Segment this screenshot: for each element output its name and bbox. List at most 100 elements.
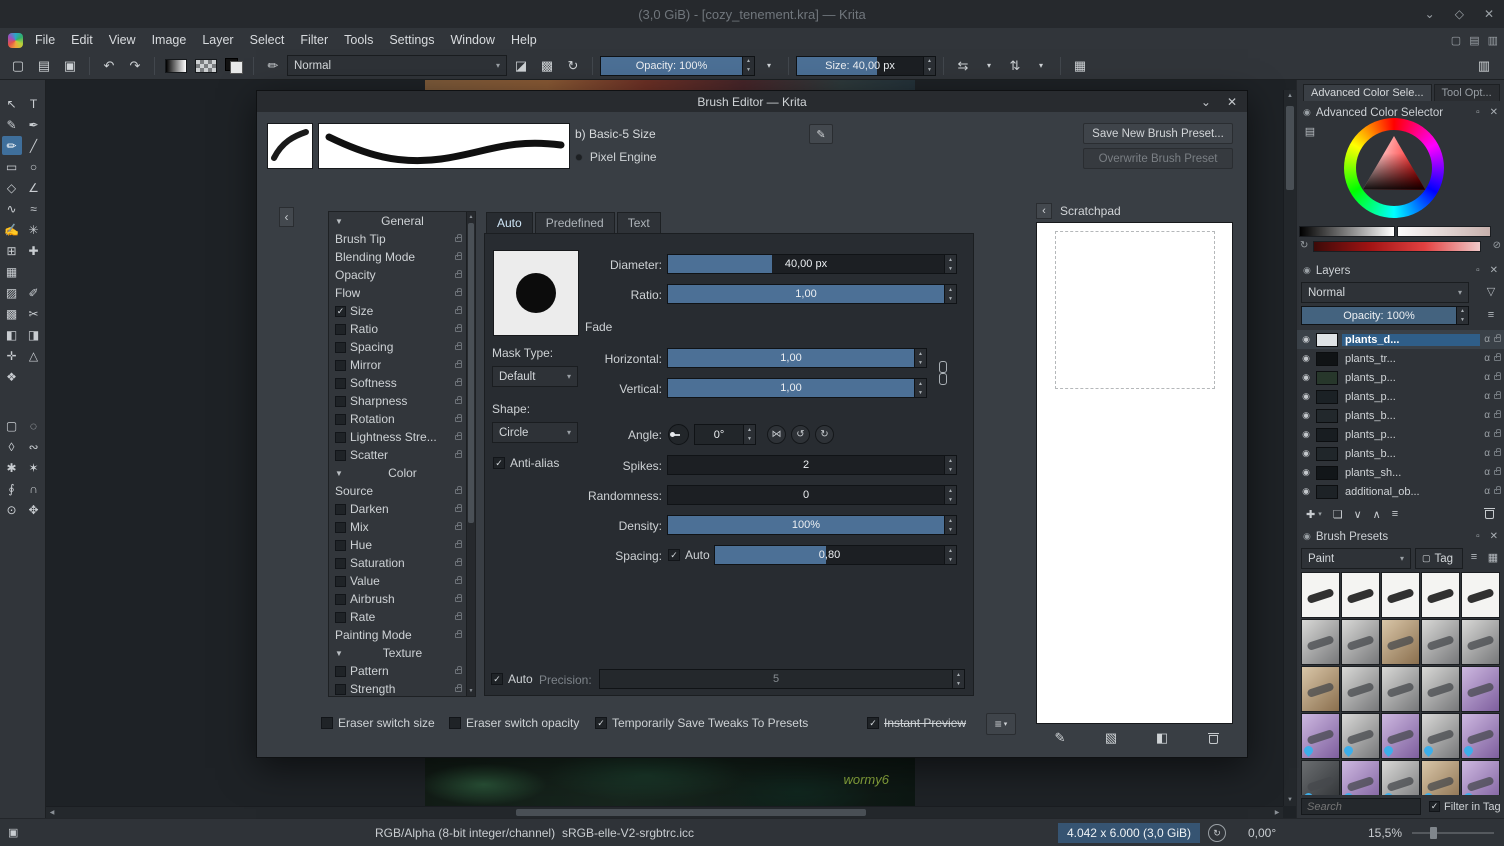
- float-docker-icon[interactable]: ▫: [1476, 531, 1480, 542]
- scratchpad-clear-icon[interactable]: [1204, 729, 1222, 747]
- spin-down-icon[interactable]: [945, 264, 956, 273]
- option-size[interactable]: Size: [329, 302, 466, 320]
- layer-visibility-icon[interactable]: ◉: [1300, 353, 1312, 364]
- option-checkbox[interactable]: [335, 557, 346, 569]
- dialog-options-menu-button[interactable]: ≡ ▾: [986, 713, 1016, 735]
- spin-down-icon[interactable]: [945, 294, 956, 303]
- menu-file[interactable]: File: [27, 30, 63, 50]
- alpha-icon[interactable]: α: [1484, 410, 1490, 421]
- vertical-scrollbar[interactable]: ▲ ▼: [1283, 90, 1296, 806]
- menu-filter[interactable]: Filter: [292, 30, 336, 50]
- option-checkbox[interactable]: [335, 539, 346, 551]
- layer-row[interactable]: ◉ plants_b... α: [1297, 444, 1504, 463]
- layer-row[interactable]: ◉ plants_sh... α: [1297, 463, 1504, 482]
- preset-list-view-icon[interactable]: ≡: [1465, 549, 1483, 565]
- collapse-scratchpad-button[interactable]: ‹: [1036, 203, 1052, 219]
- spin-up-icon[interactable]: [945, 546, 956, 555]
- density-slider[interactable]: 100%: [667, 515, 957, 535]
- layer-opacity-slider[interactable]: Opacity: 100%: [1301, 306, 1469, 325]
- brush-preset-thumbnail[interactable]: [1381, 572, 1420, 618]
- scratchpad-fill-background-icon[interactable]: ◧: [1153, 729, 1171, 747]
- rotate-counterclockwise-icon[interactable]: ↺: [791, 425, 810, 444]
- dialog-close-icon[interactable]: ✕: [1227, 95, 1237, 109]
- zoom-slider-handle[interactable]: [1430, 827, 1437, 839]
- menu-view[interactable]: View: [101, 30, 144, 50]
- measure-tool[interactable]: △: [24, 346, 44, 365]
- freehand-brush-tool[interactable]: ✏: [1, 136, 22, 155]
- option-painting-mode[interactable]: Painting Mode: [329, 626, 466, 644]
- dynamic-brush-tool[interactable]: ✍: [2, 220, 22, 239]
- option-checkbox[interactable]: [335, 575, 346, 587]
- menu-layer[interactable]: Layer: [194, 30, 241, 50]
- brush-preset-thumbnail[interactable]: [1461, 572, 1500, 618]
- checkbox-box[interactable]: [491, 673, 503, 685]
- option-sharpness[interactable]: Sharpness: [329, 392, 466, 410]
- similar-color-select-tool[interactable]: ✱: [2, 458, 22, 477]
- spacing-auto-checkbox[interactable]: Auto: [668, 548, 710, 562]
- float-docker-icon[interactable]: ▫: [1476, 107, 1480, 118]
- image-size-memory-label[interactable]: 4.042 x 6.000 (3,0 GiB): [1058, 823, 1200, 843]
- brush-preset-thumbnail[interactable]: [1301, 713, 1340, 759]
- scroll-down-icon[interactable]: ▼: [467, 686, 475, 696]
- docker-toggle-icon[interactable]: ▥: [1488, 34, 1498, 47]
- layer-row[interactable]: ◉ additional_ob... α: [1297, 482, 1504, 501]
- option-rate[interactable]: Rate: [329, 608, 466, 626]
- select-shapes-tool[interactable]: ↖: [2, 94, 22, 113]
- polyline-tool[interactable]: ∠: [24, 178, 44, 197]
- brush-preset-thumbnail[interactable]: [1381, 760, 1420, 795]
- rectangular-select-tool[interactable]: ▢: [2, 416, 22, 435]
- option-pattern[interactable]: Pattern: [329, 662, 466, 680]
- preset-tag-filter-select[interactable]: Paint ▾: [1301, 548, 1411, 569]
- spin-down-icon[interactable]: [945, 465, 956, 474]
- diameter-slider[interactable]: 40,00 px: [667, 254, 957, 274]
- option-checkbox[interactable]: [335, 395, 346, 407]
- color-history-strip[interactable]: [1313, 241, 1481, 252]
- spin-up-icon[interactable]: [945, 516, 956, 525]
- open-document-icon[interactable]: ▤: [32, 55, 56, 77]
- option-spacing[interactable]: Spacing: [329, 338, 466, 356]
- option-value[interactable]: Value: [329, 572, 466, 590]
- option-checkbox[interactable]: [335, 431, 346, 443]
- option-softness[interactable]: Softness: [329, 374, 466, 392]
- tag-button[interactable]: ▢ Tag: [1415, 548, 1463, 569]
- layer-visibility-icon[interactable]: ◉: [1300, 429, 1312, 440]
- undo-icon[interactable]: ↶: [97, 55, 121, 77]
- enclose-fill-tool[interactable]: ◨: [24, 325, 44, 344]
- randomness-slider[interactable]: 0: [667, 485, 957, 505]
- checkbox-box[interactable]: [668, 549, 680, 561]
- option-checkbox[interactable]: [335, 611, 346, 623]
- scroll-left-icon[interactable]: ◀: [46, 807, 58, 818]
- scratchpad-fill-gradient-icon[interactable]: ▧: [1102, 729, 1120, 747]
- option-mirror[interactable]: Mirror: [329, 356, 466, 374]
- option-section-texture[interactable]: ▼ Texture: [329, 644, 466, 662]
- gradient-tool[interactable]: ▨: [2, 283, 22, 302]
- alpha-icon[interactable]: α: [1484, 429, 1490, 440]
- tab-text[interactable]: Text: [616, 212, 661, 233]
- checkbox-box[interactable]: [321, 717, 333, 729]
- brush-preset-thumbnail[interactable]: [1421, 713, 1460, 759]
- brush-preset-thumbnail[interactable]: [1341, 572, 1380, 618]
- bezier-select-tool[interactable]: ∮: [2, 479, 22, 498]
- option-flow[interactable]: Flow: [329, 284, 466, 302]
- option-checkbox[interactable]: [335, 305, 346, 317]
- save-document-icon[interactable]: ▣: [58, 55, 82, 77]
- spin-down-icon[interactable]: [945, 555, 956, 564]
- brush-preset-thumbnail[interactable]: [1301, 619, 1340, 665]
- layer-properties-icon[interactable]: ≡: [1392, 508, 1398, 520]
- mirror-horizontal-icon[interactable]: ⇆: [951, 55, 975, 77]
- spin-up-icon[interactable]: [953, 670, 964, 679]
- window-close-icon[interactable]: ✕: [1484, 7, 1494, 21]
- spin-down-icon[interactable]: [945, 495, 956, 504]
- options-scroll-handle[interactable]: [468, 223, 474, 523]
- spin-down-icon[interactable]: [924, 66, 935, 75]
- option-checkbox[interactable]: [335, 521, 346, 533]
- tab-auto[interactable]: Auto: [486, 212, 533, 233]
- layer-lock-icon[interactable]: [1494, 486, 1501, 494]
- preserve-alpha-icon[interactable]: ▩: [535, 55, 559, 77]
- move-layer-up-icon[interactable]: ∧: [1373, 508, 1381, 521]
- scroll-down-icon[interactable]: ▼: [1284, 794, 1296, 806]
- spin-up-icon[interactable]: [744, 425, 755, 435]
- layer-lock-icon[interactable]: [1494, 353, 1501, 361]
- fill-tool[interactable]: ◧: [2, 325, 22, 344]
- freehand-path-tool[interactable]: ≈: [24, 199, 44, 218]
